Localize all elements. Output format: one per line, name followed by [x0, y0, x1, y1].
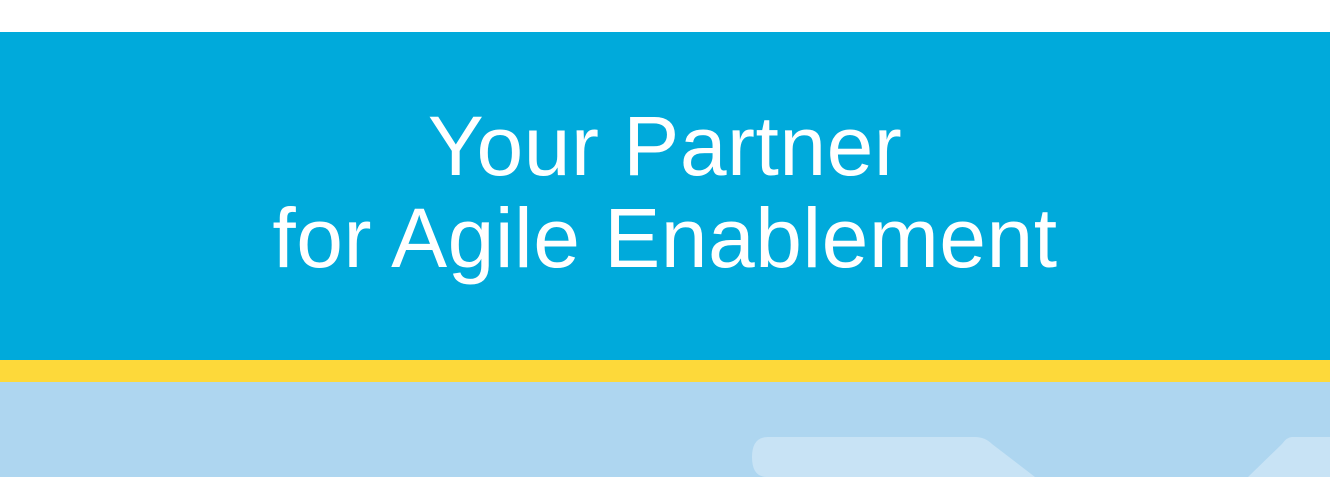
decorative-shapes [752, 437, 1330, 477]
hero-banner: Your Partner for Agile Enablement [0, 32, 1330, 360]
decorative-track-right [1248, 437, 1330, 477]
hero-title-line-2: for Agile Enablement [272, 191, 1058, 285]
decorative-track-left [752, 437, 1035, 477]
banner: Your Partner for Agile Enablement [0, 0, 1330, 477]
hero-title: Your Partner for Agile Enablement [272, 100, 1057, 284]
top-margin [0, 0, 1330, 32]
hero-title-line-1: Your Partner [427, 99, 903, 193]
lower-band [0, 382, 1330, 477]
accent-stripe [0, 360, 1330, 382]
